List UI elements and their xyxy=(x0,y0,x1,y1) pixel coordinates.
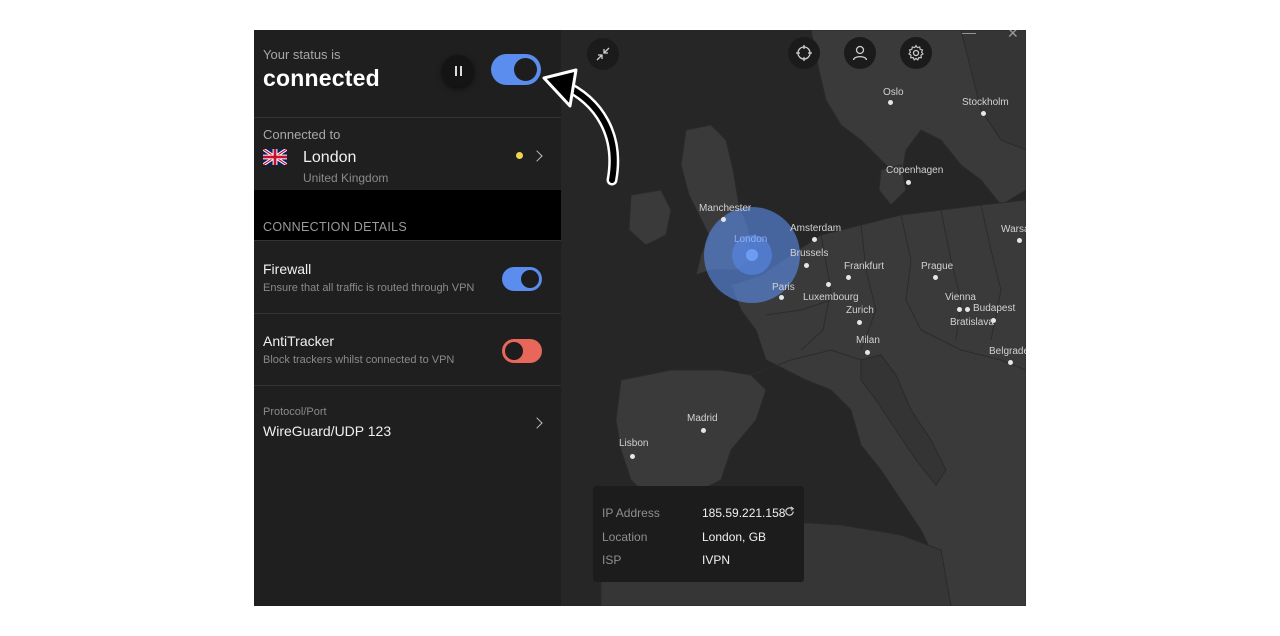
connected-to-label: Connected to xyxy=(263,127,341,142)
city-dot[interactable] xyxy=(846,275,851,280)
city-label[interactable]: Frankfurt xyxy=(844,261,884,272)
world-map[interactable]: Oslo Stockholm Copenhagen Manchester London A… xyxy=(561,30,1026,606)
server-load-indicator xyxy=(516,152,523,159)
settings-button[interactable] xyxy=(900,37,932,69)
pause-icon-bar xyxy=(459,66,462,76)
control-panel: Your status is connected Connected to Lo… xyxy=(254,30,561,606)
city-label[interactable]: Vienna xyxy=(945,292,976,303)
connection-details-title: CONNECTION DETAILS xyxy=(263,220,408,234)
connection-toggle[interactable] xyxy=(491,54,541,85)
city-dot[interactable] xyxy=(721,217,726,222)
ip-address-label: IP Address xyxy=(602,506,660,520)
gear-icon xyxy=(908,44,924,61)
divider xyxy=(254,313,561,314)
window-minimize-button[interactable]: — xyxy=(962,30,976,40)
city-label[interactable]: Warsaw xyxy=(1001,224,1026,235)
connection-toggle-knob xyxy=(514,58,537,81)
city-dot[interactable] xyxy=(1008,360,1013,365)
curved-arrow-annotation xyxy=(542,68,620,186)
isp-value: IVPN xyxy=(702,553,731,567)
city-dot[interactable] xyxy=(906,180,911,185)
antitracker-toggle-knob xyxy=(505,342,523,360)
firewall-toggle-knob xyxy=(521,270,539,288)
city-label[interactable]: Lisbon xyxy=(619,438,648,449)
window-close-button[interactable]: ✕ xyxy=(1007,30,1019,42)
city-label[interactable]: Prague xyxy=(921,261,953,272)
city-label[interactable]: Belgrade xyxy=(989,346,1026,357)
pause-icon xyxy=(454,66,457,76)
firewall-description: Ensure that all traffic is routed throug… xyxy=(263,282,475,294)
collapse-arrows-icon xyxy=(596,47,610,61)
city-label[interactable]: Paris xyxy=(772,282,795,293)
chevron-right-icon[interactable] xyxy=(531,417,543,429)
city-dot[interactable] xyxy=(804,263,809,268)
city-label[interactable]: Bratislava xyxy=(950,317,994,328)
city-dot[interactable] xyxy=(812,237,817,242)
crosshair-icon xyxy=(796,45,812,61)
city-dot[interactable] xyxy=(888,100,893,105)
user-icon xyxy=(852,45,868,61)
city-label[interactable]: Amsterdam xyxy=(790,223,841,234)
antitracker-title: AntiTracker xyxy=(263,333,335,349)
antitracker-description: Block trackers whilst connected to VPN xyxy=(263,354,455,366)
city-label[interactable]: Madrid xyxy=(687,413,718,424)
refresh-icon[interactable] xyxy=(784,506,795,517)
location-label: Location xyxy=(602,530,648,544)
city-label[interactable]: Stockholm xyxy=(962,97,1009,108)
city-dot[interactable] xyxy=(965,307,970,312)
firewall-toggle[interactable] xyxy=(502,267,542,291)
location-value: London, GB xyxy=(702,530,767,544)
city-label[interactable]: Manchester xyxy=(699,203,751,214)
ip-address-value: 185.59.221.158 xyxy=(702,506,786,520)
protocol-label: Protocol/Port xyxy=(263,406,327,418)
locate-button[interactable] xyxy=(788,37,820,69)
divider xyxy=(254,385,561,386)
city-dot[interactable] xyxy=(1017,238,1022,243)
city-label[interactable]: Copenhagen xyxy=(886,165,943,176)
server-city[interactable]: London xyxy=(303,149,356,167)
city-dot[interactable] xyxy=(933,275,938,280)
city-dot[interactable] xyxy=(865,350,870,355)
city-dot[interactable] xyxy=(826,282,831,287)
city-label[interactable]: Zurich xyxy=(846,305,874,316)
city-dot[interactable] xyxy=(779,295,784,300)
city-dot[interactable] xyxy=(857,320,862,325)
firewall-title: Firewall xyxy=(263,261,312,277)
divider xyxy=(254,117,561,118)
status-label: Your status is xyxy=(263,47,341,62)
antitracker-toggle[interactable] xyxy=(502,339,542,363)
city-dot[interactable] xyxy=(701,428,706,433)
connection-info-box: IP Address 185.59.221.158 Location Londo… xyxy=(593,486,804,582)
city-label[interactable]: Oslo xyxy=(883,87,904,98)
pause-button[interactable] xyxy=(442,55,474,87)
divider xyxy=(254,240,561,241)
city-dot[interactable] xyxy=(957,307,962,312)
isp-label: ISP xyxy=(602,553,622,567)
protocol-value[interactable]: WireGuard/UDP 123 xyxy=(263,423,391,439)
account-button[interactable] xyxy=(844,37,876,69)
city-label[interactable]: London xyxy=(734,234,767,245)
city-label[interactable]: Brussels xyxy=(790,248,828,259)
city-dot[interactable] xyxy=(981,111,986,116)
connected-location-marker xyxy=(746,249,758,261)
city-dot[interactable] xyxy=(991,318,996,323)
status-value: connected xyxy=(263,65,380,91)
city-label[interactable]: Milan xyxy=(856,335,880,346)
uk-flag-icon xyxy=(263,149,287,165)
city-dot[interactable] xyxy=(630,454,635,459)
city-label[interactable]: Luxembourg xyxy=(803,292,859,303)
app-window: Your status is connected Connected to Lo… xyxy=(254,30,1026,606)
city-label[interactable]: Budapest xyxy=(973,303,1015,314)
server-country: United Kingdom xyxy=(303,171,389,185)
